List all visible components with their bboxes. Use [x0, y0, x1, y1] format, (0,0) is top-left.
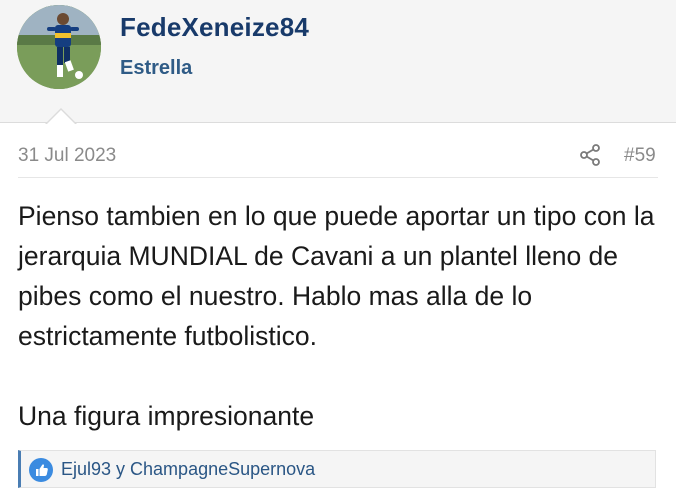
post-body: Pienso tambien en lo que puede aportar u… [18, 196, 668, 436]
avatar-image [17, 5, 101, 89]
reaction-users-link[interactable]: Ejul93 y ChampagneSupernova [61, 459, 315, 480]
divider [18, 177, 658, 178]
user-block: FedeXeneize84 Estrella [0, 0, 676, 123]
username[interactable]: FedeXeneize84 [120, 12, 309, 43]
avatar[interactable] [17, 5, 101, 89]
message-arrow-inner [46, 110, 76, 125]
reactions-bar[interactable]: Ejul93 y ChampagneSupernova [18, 450, 656, 488]
share-icon[interactable] [578, 143, 602, 167]
like-icon [29, 458, 53, 482]
post-number[interactable]: #59 [624, 145, 656, 167]
post-paragraph: Pienso tambien en lo que puede aportar u… [18, 201, 655, 351]
post-paragraph: Una figura impresionante [18, 401, 315, 431]
user-title: Estrella [120, 57, 193, 79]
post-date[interactable]: 31 Jul 2023 [18, 145, 116, 167]
